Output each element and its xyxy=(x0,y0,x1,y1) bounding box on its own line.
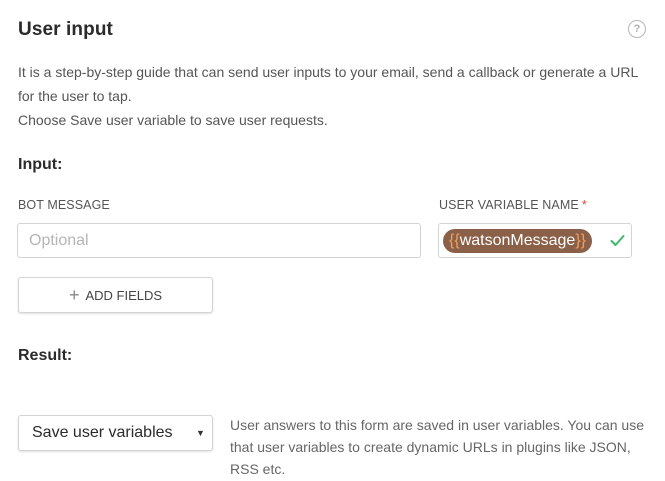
bot-message-label-text: BOT MESSAGE xyxy=(18,198,110,212)
input-section-title: Input: xyxy=(18,156,63,173)
check-icon xyxy=(610,235,625,246)
required-mark: * xyxy=(581,198,587,212)
close-brace: }} xyxy=(575,232,586,249)
open-brace: {{ xyxy=(449,232,460,249)
result-section-title: Result: xyxy=(18,347,73,364)
bot-message-input[interactable] xyxy=(17,223,421,258)
variable-name: watsonMessage xyxy=(459,232,576,249)
select-value: Save user variables xyxy=(32,424,173,441)
description: It is a step-by-step guide that can send… xyxy=(18,60,648,132)
result-note: User answers to this form are saved in u… xyxy=(230,417,644,477)
variable-chip[interactable]: {{watsonMessage}} xyxy=(443,229,592,253)
description-line: Choose Save user variable to save user r… xyxy=(18,112,328,128)
add-fields-button[interactable]: + ADD FIELDS xyxy=(18,277,213,313)
user-variable-field[interactable]: {{watsonMessage}} xyxy=(438,223,632,258)
question-circle-icon[interactable]: ? xyxy=(628,20,646,38)
result-type-select[interactable]: Save user variables ▼ xyxy=(18,415,213,451)
page-title: User input xyxy=(18,19,113,40)
user-variable-label: USER VARIABLE NAME * xyxy=(439,198,587,212)
plus-icon: + xyxy=(68,285,80,305)
description-line: It is a step-by-step guide that can send… xyxy=(18,64,638,104)
chevron-down-icon: ▼ xyxy=(196,428,205,438)
bot-message-label: BOT MESSAGE xyxy=(18,198,110,212)
user-variable-label-text: USER VARIABLE NAME xyxy=(439,198,579,212)
add-fields-label: ADD FIELDS xyxy=(85,287,163,303)
